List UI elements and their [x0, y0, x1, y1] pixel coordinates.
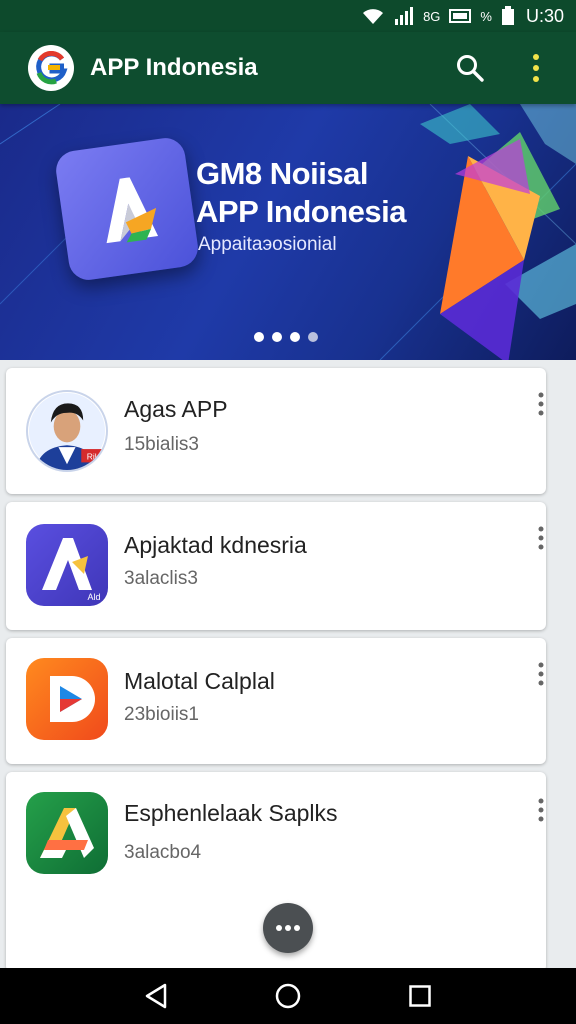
- back-icon: [145, 983, 167, 1009]
- recents-icon: [409, 985, 431, 1007]
- list-item[interactable]: Malotal Calplal 23bioiis1: [6, 638, 546, 764]
- item-menu-button[interactable]: [526, 518, 556, 558]
- app-subtitle: 3alaclis3: [124, 568, 198, 589]
- home-icon: [275, 983, 301, 1009]
- app-title: Malotal Calplal: [124, 668, 275, 694]
- signal-icon: [394, 6, 414, 26]
- recents-button[interactable]: [396, 972, 444, 1020]
- overflow-menu-button[interactable]: [512, 44, 560, 92]
- pager-dot-3[interactable]: [290, 332, 300, 342]
- app-title: Apjaktad kdnesria: [124, 532, 307, 558]
- more-vert-icon: [538, 798, 544, 822]
- app-title: Agas APP: [124, 396, 228, 422]
- app-title: APP Indonesia: [90, 54, 258, 81]
- banner-subtitle: Appaitaэosionial: [198, 234, 337, 255]
- banner-app-logo-icon: [53, 135, 201, 283]
- pager-dot-2[interactable]: [272, 332, 282, 342]
- app-subtitle: 23bioiis1: [124, 704, 199, 725]
- data-label: %: [480, 8, 492, 24]
- app-subtitle: 15bialis3: [124, 434, 199, 455]
- avatar-badge: Ril: [87, 452, 97, 462]
- screen: 8G % U:30 APP Indonesia GM8 Noiisal APP …: [0, 0, 576, 1024]
- list-item[interactable]: Ril Agas APP 15bialis3: [6, 368, 546, 494]
- item-menu-button[interactable]: [526, 654, 556, 694]
- wifi-icon: [361, 6, 385, 26]
- app-badge: Ald: [87, 592, 100, 602]
- list-item[interactable]: Ald Apjaktad kdnesria 3alaclis3: [6, 502, 546, 630]
- banner-title: APP Indonesia: [196, 194, 407, 229]
- more-vert-icon: [538, 392, 544, 416]
- orange-play-app-icon: [26, 658, 108, 740]
- more-vert-icon: [538, 526, 544, 550]
- app-bar: APP Indonesia: [0, 32, 576, 104]
- app-logo-icon[interactable]: [28, 45, 74, 91]
- system-nav-bar: [0, 968, 576, 1024]
- battery-icon: [501, 6, 515, 26]
- more-horiz-icon: [276, 925, 300, 931]
- status-time: U:30: [525, 5, 564, 26]
- banner-pager: [254, 332, 318, 342]
- user-avatar-icon: Ril: [26, 390, 108, 472]
- search-button[interactable]: [446, 44, 494, 92]
- more-vert-icon: [533, 54, 539, 82]
- app-subtitle: 3alacbo4: [124, 842, 202, 863]
- search-icon: [457, 55, 484, 82]
- network-icon: [449, 8, 472, 24]
- promo-banner[interactable]: GM8 Noiisal APP Indonesia Appaitaэosioni…: [0, 104, 576, 360]
- home-button[interactable]: [264, 972, 312, 1020]
- pager-dot-1[interactable]: [254, 332, 264, 342]
- app-title: Esphenlelaak Saplks: [124, 800, 338, 826]
- more-vert-icon: [538, 662, 544, 686]
- network-label: 8G: [423, 8, 441, 24]
- green-a-app-icon: [26, 792, 108, 874]
- status-bar: 8G % U:30: [0, 0, 576, 32]
- item-menu-button[interactable]: [526, 384, 556, 424]
- banner-heading: GM8 Noiisal: [196, 156, 368, 191]
- more-options-fab[interactable]: [263, 903, 313, 953]
- pager-dot-4[interactable]: [308, 332, 318, 342]
- purple-a-app-icon: Ald: [26, 524, 108, 606]
- item-menu-button[interactable]: [526, 790, 556, 830]
- back-button[interactable]: [132, 972, 180, 1020]
